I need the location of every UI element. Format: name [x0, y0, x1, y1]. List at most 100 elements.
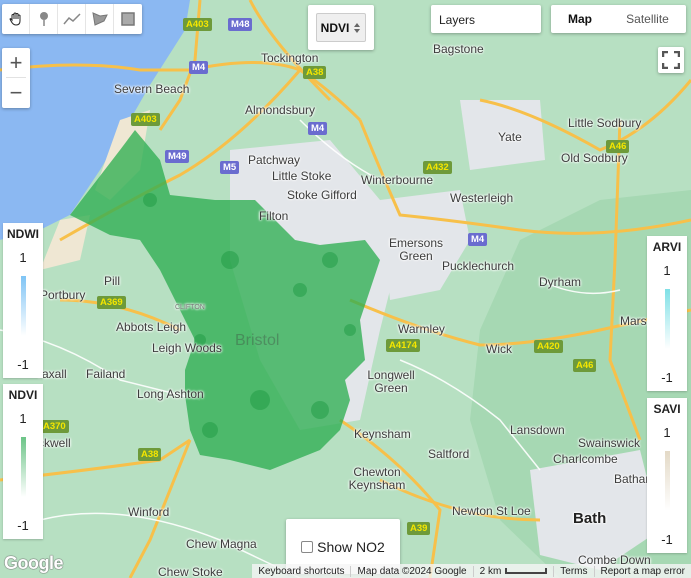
scale-label: 2 km: [479, 565, 502, 577]
google-logo[interactable]: Google: [4, 553, 64, 574]
road-shield: A46: [606, 140, 630, 153]
place-label: Charlcombe: [553, 452, 618, 466]
legend-title: NDVI: [8, 388, 38, 402]
legend-max: 1: [663, 425, 671, 440]
place-label: Yate: [498, 130, 522, 144]
place-label: Wick: [486, 342, 512, 356]
place-label-bath: Bath: [573, 510, 607, 527]
legend-max: 1: [19, 250, 27, 265]
report-error-link[interactable]: Report a map error: [593, 565, 691, 577]
index-select[interactable]: NDVI: [316, 13, 366, 42]
road-shield: A38: [138, 448, 162, 461]
fullscreen-icon: [662, 51, 680, 69]
legend-min: -1: [661, 532, 673, 547]
layers-button[interactable]: Layers: [431, 5, 541, 33]
legend-gradient-bar: [20, 276, 26, 336]
zoom-control: + −: [2, 48, 30, 108]
scale-control[interactable]: 2 km: [472, 565, 554, 577]
place-label: Tockington: [261, 51, 319, 65]
place-label: Longwell Green: [367, 368, 415, 395]
legend-min: -1: [661, 370, 673, 385]
marker-tool-button[interactable]: [30, 4, 58, 34]
zoom-out-button[interactable]: −: [2, 78, 30, 107]
road-shield: A432: [423, 161, 452, 174]
place-label: Chew Magna: [186, 537, 257, 551]
place-label: Dyrham: [539, 275, 582, 289]
map-type-control: Map Satellite: [551, 5, 686, 33]
zoom-in-button[interactable]: +: [2, 48, 30, 77]
road-shield: A38: [303, 66, 327, 79]
pan-tool-button[interactable]: [2, 4, 30, 34]
map-type-satellite-button[interactable]: Satellite: [609, 5, 686, 33]
place-label: Abbots Leigh: [116, 320, 187, 334]
place-label: Stoke Gifford: [287, 188, 357, 202]
map-footer: Keyboard shortcuts Map data ©2024 Google…: [252, 564, 691, 578]
line-tool-button[interactable]: [58, 4, 86, 34]
road-shield: M48: [228, 18, 253, 31]
legend-title: SAVI: [653, 402, 681, 416]
legend-ndwi: NDWI 1 -1: [3, 223, 43, 378]
hand-icon: [8, 12, 20, 26]
legend-min: -1: [17, 518, 29, 533]
show-no2-checkbox[interactable]: [301, 540, 314, 553]
place-label: Little Sodbury: [568, 116, 642, 130]
rectangle-tool-button[interactable]: [114, 4, 142, 34]
road-shield: A369: [97, 296, 126, 309]
legend-title: ARVI: [652, 240, 682, 254]
place-label: Swainswick: [578, 436, 641, 450]
road-shield: M49: [165, 150, 190, 163]
place-label: Emersons Green: [388, 236, 444, 263]
line-icon: [62, 13, 81, 25]
place-label: Leigh Woods: [152, 341, 222, 355]
index-select-value: NDVI: [320, 20, 350, 35]
legend-gradient-bar: [20, 437, 26, 497]
road-shield: A403: [183, 18, 212, 31]
terms-link[interactable]: Terms: [553, 565, 593, 577]
place-label: Winterbourne: [361, 173, 434, 187]
road-shield: M4: [308, 122, 328, 135]
road-shield: A4174: [386, 339, 420, 352]
fullscreen-button[interactable]: [658, 47, 684, 73]
place-label: Mars: [620, 314, 647, 328]
polygon-icon: [91, 12, 108, 26]
place-label-city: Bristol: [235, 332, 280, 349]
map-base: [0, 0, 691, 578]
keyboard-shortcuts-link[interactable]: Keyboard shortcuts: [252, 566, 350, 577]
place-label: Chew Stoke: [158, 565, 223, 578]
place-label: Winford: [128, 505, 170, 519]
road-shield: A370: [40, 420, 69, 433]
place-label: Warmley: [398, 322, 445, 336]
updown-arrows-icon: [354, 22, 361, 33]
polygon-tool-button[interactable]: [86, 4, 114, 34]
place-label: Almondsbury: [245, 103, 316, 117]
legend-max: 1: [663, 263, 671, 278]
road-shield: M4: [189, 61, 209, 74]
road-shield: M5: [220, 161, 240, 174]
place-label: Long Ashton: [137, 387, 204, 401]
place-label: Severn Beach: [114, 82, 190, 96]
place-label: Little Stoke: [272, 169, 332, 183]
place-label: Saltford: [428, 447, 470, 461]
place-label: Pill: [104, 274, 121, 288]
place-label: Filton: [259, 209, 289, 223]
drawing-toolbar: [2, 4, 142, 34]
place-label: Bathar: [614, 472, 650, 486]
place-label: Newton St Loe: [452, 504, 531, 518]
map-canvas[interactable]: Tockington Severn Beach Almondsbury Bags…: [0, 0, 691, 578]
place-label: Chewton Keynsham: [348, 465, 406, 492]
place-label: Lansdown: [510, 423, 565, 437]
legend-savi: SAVI 1 -1: [647, 398, 687, 553]
map-type-map-button[interactable]: Map: [551, 5, 609, 33]
road-shield: A46: [573, 359, 597, 372]
map-data-attribution: Map data ©2024 Google: [350, 565, 472, 577]
place-label: Old Sodbury: [561, 151, 628, 165]
place-label: Keynsham: [354, 427, 411, 441]
road-shield: A403: [131, 113, 160, 126]
legend-gradient-bar: [664, 451, 670, 511]
place-label: Westerleigh: [450, 191, 514, 205]
show-no2-label[interactable]: Show NO2: [317, 539, 385, 555]
place-label: CLIFTON: [175, 304, 205, 311]
place-label: Patchway: [248, 153, 301, 167]
legend-ndvi: NDVI 1 -1: [3, 384, 43, 539]
legend-min: -1: [17, 357, 29, 372]
